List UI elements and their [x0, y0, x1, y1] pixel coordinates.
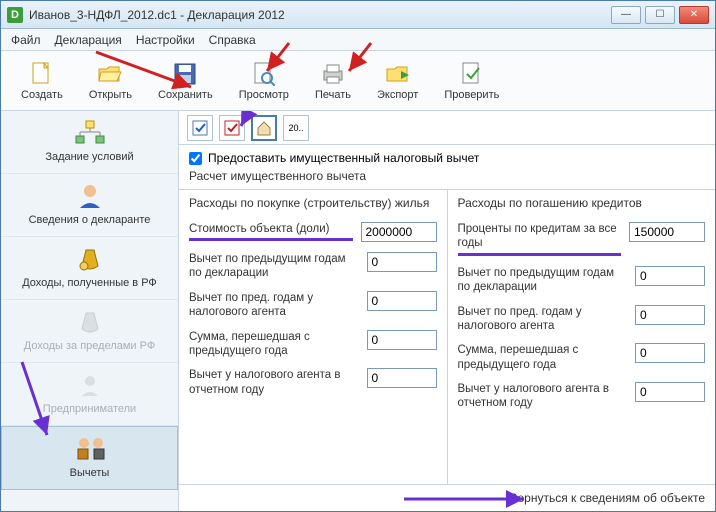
agent-report-year-label-l: Вычет у налогового агента в отчетном год…	[189, 368, 359, 397]
prev-years-decl-input-r[interactable]	[635, 266, 705, 286]
menubar: Файл Декларация Настройки Справка	[1, 29, 715, 51]
prev-years-decl-label-r: Вычет по предыдущим годам по декларации	[458, 266, 628, 295]
prev-years-agent-label-r: Вычет по пред. годам у налогового агента	[458, 305, 628, 334]
provide-deduction-label: Предоставить имущественный налоговый выч…	[208, 151, 479, 165]
person-icon	[74, 182, 106, 210]
app-window: D Иванов_3-НДФЛ_2012.dc1 - Декларация 20…	[0, 0, 716, 512]
object-cost-label: Стоимость объекта (доли)	[189, 222, 353, 241]
open-label: Открыть	[89, 89, 132, 101]
prev-years-decl-label-l: Вычет по предыдущим годам по декларации	[189, 252, 359, 281]
print-button[interactable]: Печать	[315, 61, 351, 101]
money-bag-icon	[74, 245, 106, 273]
money-bag-faded-icon	[74, 308, 106, 336]
minimize-button[interactable]: —	[611, 6, 641, 24]
sidebar-item-income-abroad[interactable]: Доходы за пределами РФ	[1, 300, 178, 363]
sidebar-item-deductions[interactable]: Вычеты	[1, 426, 178, 490]
toolbar: Создать Открыть Сохранить Просмотр Печат…	[1, 51, 715, 111]
tab-20-label: 20..	[288, 123, 303, 133]
right-column: Расходы по погашению кредитов Проценты п…	[447, 190, 716, 484]
menu-declaration[interactable]: Декларация	[55, 33, 122, 47]
prev-years-agent-label-l: Вычет по пред. годам у налогового агента	[189, 291, 359, 320]
sidebar-deductions-label: Вычеты	[70, 467, 110, 479]
check-button[interactable]: Проверить	[444, 61, 499, 101]
menu-settings[interactable]: Настройки	[136, 33, 195, 47]
menu-file[interactable]: Файл	[11, 33, 41, 47]
sidebar-income-rf-label: Доходы, полученные в РФ	[22, 277, 157, 289]
sidebar-item-conditions[interactable]: Задание условий	[1, 111, 178, 174]
preview-label: Просмотр	[239, 89, 289, 101]
deduction-icon	[74, 435, 106, 463]
entrepreneur-icon	[74, 371, 106, 399]
carryover-sum-label-l: Сумма, перешедшая с предыдущего года	[189, 330, 359, 359]
menu-help[interactable]: Справка	[209, 33, 256, 47]
tab-standard[interactable]	[187, 115, 213, 141]
return-to-object-link[interactable]: Вернуться к сведениям об объекте	[509, 491, 705, 505]
sidebar-item-income-rf[interactable]: Доходы, полученные в РФ	[1, 237, 178, 300]
sidebar-item-declarant[interactable]: Сведения о декларанте	[1, 174, 178, 237]
maximize-button[interactable]: ☐	[645, 6, 675, 24]
prev-years-decl-input-l[interactable]	[367, 252, 437, 272]
provide-deduction-checkbox[interactable]	[189, 152, 202, 165]
credit-interest-label: Проценты по кредитам за все годы	[458, 222, 622, 256]
left-header: Расходы по покупке (строительству) жилья	[189, 196, 437, 212]
sidebar-conditions-label: Задание условий	[45, 151, 133, 163]
folder-open-icon	[97, 61, 123, 87]
titlebar: D Иванов_3-НДФЛ_2012.dc1 - Декларация 20…	[1, 1, 715, 29]
sidebar-declarant-label: Сведения о декларанте	[29, 214, 151, 226]
save-button[interactable]: Сохранить	[158, 61, 213, 101]
open-button[interactable]: Открыть	[89, 61, 132, 101]
close-button[interactable]: ✕	[679, 6, 709, 24]
left-column: Расходы по покупке (строительству) жилья…	[179, 190, 447, 484]
prev-years-agent-input-r[interactable]	[635, 305, 705, 325]
check-label: Проверить	[444, 89, 499, 101]
credit-interest-input[interactable]	[629, 222, 705, 242]
floppy-icon	[172, 61, 198, 87]
tab-social[interactable]	[219, 115, 245, 141]
footer: Вернуться к сведениям об объекте	[179, 484, 715, 511]
create-label: Создать	[21, 89, 63, 101]
sidebar-income-abroad-label: Доходы за пределами РФ	[24, 340, 155, 352]
check-doc-icon	[459, 61, 485, 87]
export-label: Экспорт	[377, 89, 418, 101]
agent-report-year-label-r: Вычет у налогового агента в отчетном год…	[458, 382, 628, 411]
export-icon	[385, 61, 411, 87]
tab-strip: 20..	[179, 111, 715, 145]
printer-icon	[320, 61, 346, 87]
preview-button[interactable]: Просмотр	[239, 61, 289, 101]
agent-report-year-input-l[interactable]	[367, 368, 437, 388]
carryover-sum-input-l[interactable]	[367, 330, 437, 350]
agent-report-year-input-r[interactable]	[635, 382, 705, 402]
sidebar-item-entrepreneurs[interactable]: Предприниматели	[1, 363, 178, 426]
tree-icon	[74, 119, 106, 147]
save-label: Сохранить	[158, 89, 213, 101]
print-label: Печать	[315, 89, 351, 101]
app-icon: D	[7, 7, 23, 23]
right-header: Расходы по погашению кредитов	[458, 196, 706, 212]
window-title: Иванов_3-НДФЛ_2012.dc1 - Декларация 2012	[29, 8, 285, 22]
main-panel: 20.. Предоставить имущественный налоговы…	[179, 111, 715, 511]
tab-losses[interactable]: 20..	[283, 115, 309, 141]
calc-section-label: Расчет имущественного вычета	[179, 167, 715, 189]
prev-years-agent-input-l[interactable]	[367, 291, 437, 311]
carryover-sum-input-r[interactable]	[635, 343, 705, 363]
carryover-sum-label-r: Сумма, перешедшая с предыдущего года	[458, 343, 628, 372]
preview-icon	[251, 61, 277, 87]
sidebar: Задание условий Сведения о декларанте До…	[1, 111, 179, 511]
create-button[interactable]: Создать	[21, 61, 63, 101]
tab-property[interactable]	[251, 115, 277, 141]
object-cost-input[interactable]	[361, 222, 437, 242]
sidebar-entrepreneurs-label: Предприниматели	[43, 403, 136, 415]
new-file-icon	[29, 61, 55, 87]
export-button[interactable]: Экспорт	[377, 61, 418, 101]
